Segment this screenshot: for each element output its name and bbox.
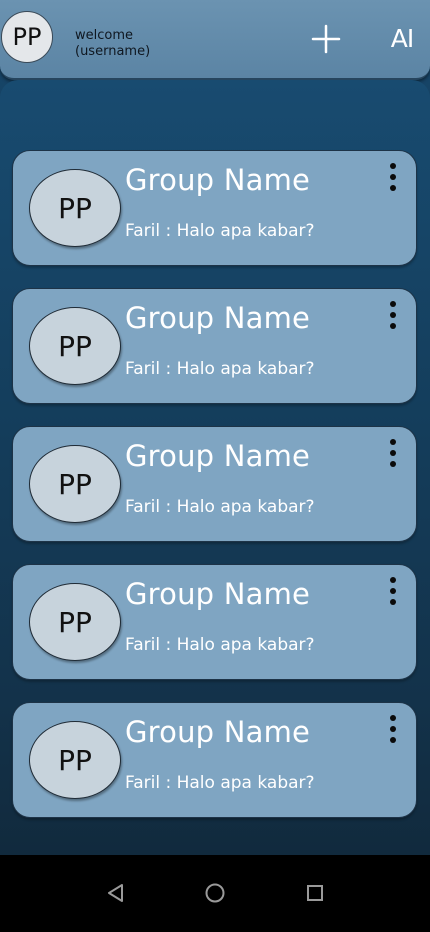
app-screen: PP welcome (username) AI PP Group Name F…: [0, 0, 430, 932]
group-name: Group Name: [125, 715, 311, 749]
welcome-text: welcome (username): [75, 28, 150, 60]
back-triangle-icon: [108, 884, 123, 902]
more-options-icon[interactable]: [386, 577, 400, 605]
add-group-button[interactable]: [309, 22, 343, 56]
recents-button[interactable]: [303, 881, 327, 905]
system-nav-bar: [0, 855, 430, 932]
group-card[interactable]: PP Group Name Faril : Halo apa kabar?: [12, 426, 417, 542]
group-name: Group Name: [125, 163, 311, 197]
group-list: PP Group Name Faril : Halo apa kabar? PP…: [12, 150, 418, 840]
ai-button[interactable]: AI: [384, 20, 420, 56]
username-label: (username): [75, 44, 151, 59]
more-options-icon[interactable]: [386, 163, 400, 191]
recents-square-icon: [307, 885, 323, 901]
app-header: PP welcome (username) AI: [0, 0, 430, 80]
home-button[interactable]: [203, 881, 227, 905]
last-message: Faril : Halo apa kabar?: [125, 359, 315, 379]
group-avatar: PP: [29, 445, 121, 523]
welcome-label: welcome: [75, 28, 134, 43]
last-message: Faril : Halo apa kabar?: [125, 635, 315, 655]
group-card[interactable]: PP Group Name Faril : Halo apa kabar?: [12, 564, 417, 680]
group-avatar: PP: [29, 583, 121, 661]
group-avatar: PP: [29, 169, 121, 247]
more-options-icon[interactable]: [386, 715, 400, 743]
plus-icon: [311, 24, 341, 54]
back-button[interactable]: [104, 881, 128, 905]
group-name: Group Name: [125, 301, 311, 335]
group-name: Group Name: [125, 577, 311, 611]
group-card[interactable]: PP Group Name Faril : Halo apa kabar?: [12, 702, 417, 818]
more-options-icon[interactable]: [386, 439, 400, 467]
group-name: Group Name: [125, 439, 311, 473]
more-options-icon[interactable]: [386, 301, 400, 329]
group-card[interactable]: PP Group Name Faril : Halo apa kabar?: [12, 150, 417, 266]
group-avatar: PP: [29, 307, 121, 385]
last-message: Faril : Halo apa kabar?: [125, 773, 315, 793]
last-message: Faril : Halo apa kabar?: [125, 221, 315, 241]
group-card[interactable]: PP Group Name Faril : Halo apa kabar?: [12, 288, 417, 404]
group-avatar: PP: [29, 721, 121, 799]
ai-icon: AI: [390, 23, 415, 53]
home-circle-icon: [205, 883, 225, 903]
last-message: Faril : Halo apa kabar?: [125, 497, 315, 517]
user-avatar[interactable]: PP: [1, 11, 53, 63]
